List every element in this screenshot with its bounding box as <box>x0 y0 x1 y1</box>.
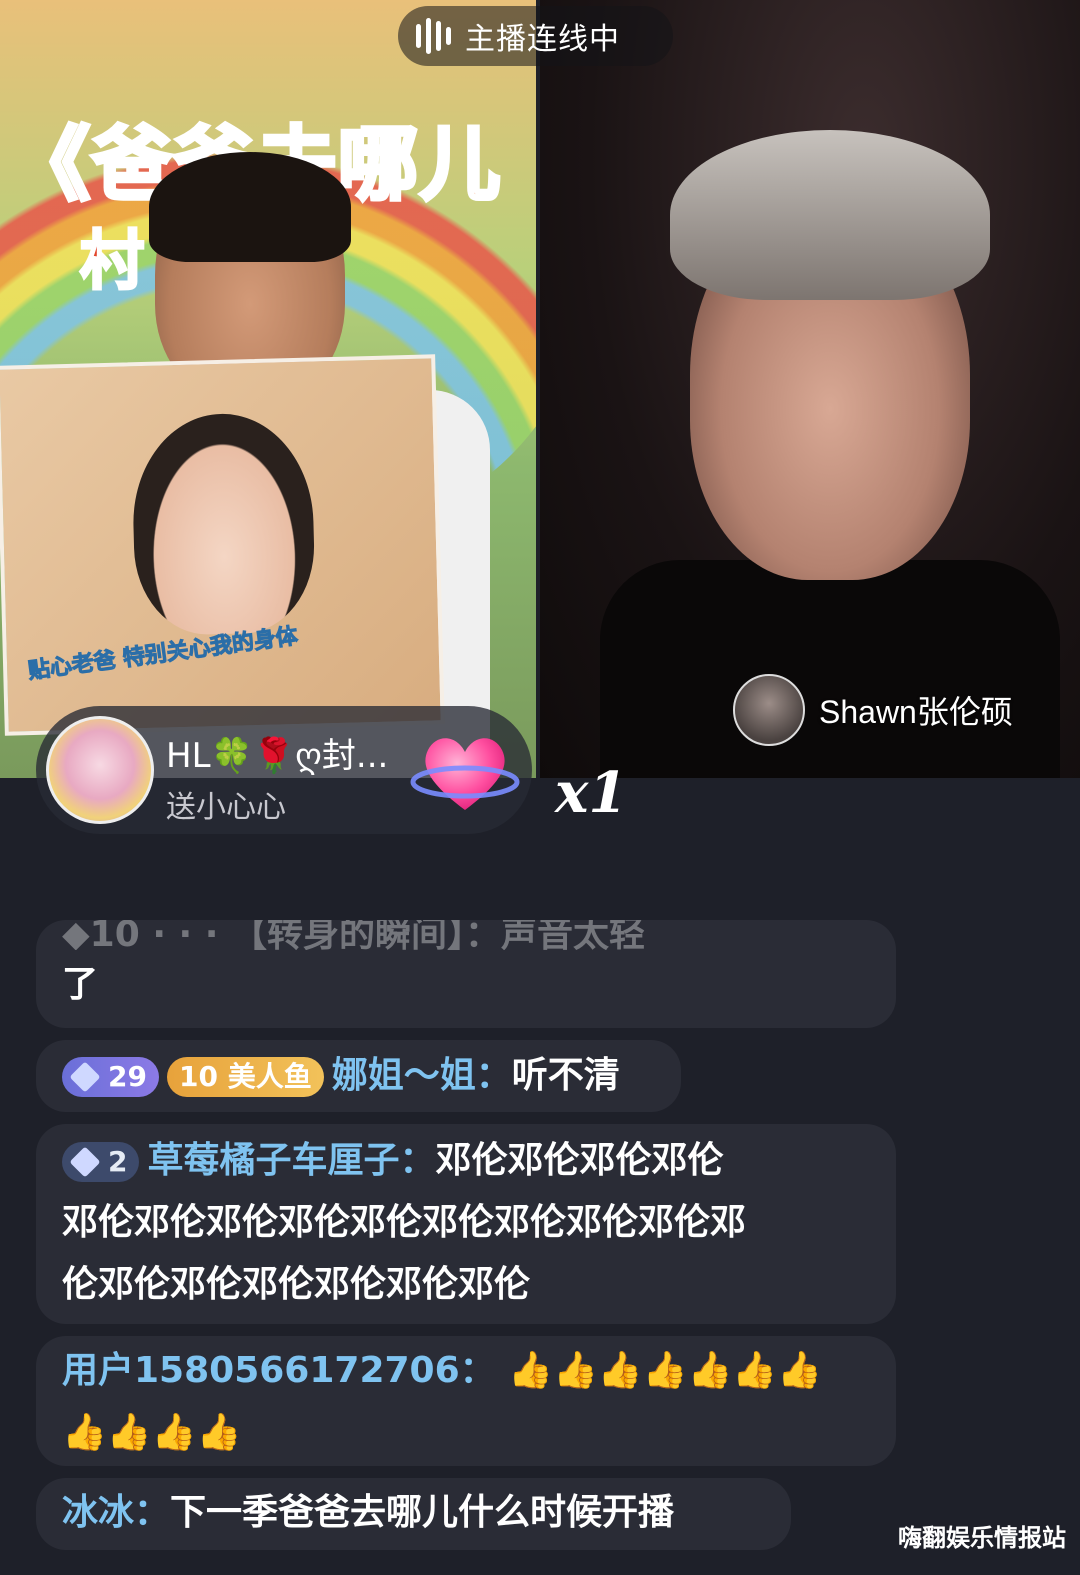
user-level-badge: 2 <box>62 1142 140 1182</box>
guest-name-tag[interactable]: Shawn张伦硕 <box>733 670 1013 750</box>
watermark: 嗨翻娱乐情报站 <box>898 1524 1066 1552</box>
gift-action-text: 送小心心 <box>166 790 286 825</box>
guest-video[interactable] <box>540 0 1080 778</box>
thumbs-up-icon: 👍👍👍👍 <box>62 1412 242 1453</box>
chat-message: 冰冰：下一季爸爸去哪儿什么时候开播 <box>36 1478 791 1550</box>
gem-icon <box>69 1061 101 1093</box>
chat-message: 2 草莓橘子车厘子：邓伦邓伦邓伦邓伦 邓伦邓伦邓伦邓伦邓伦邓伦邓伦邓伦邓伦邓 伦邓… <box>36 1124 896 1324</box>
user-level-badge: 29 <box>62 1057 159 1097</box>
chat-feed[interactable]: ◆10 · · · 【转身的瞬间】：声音太轻 了 29 10 美人鱼 娜姐～姐：听不… <box>0 900 1080 1575</box>
photo-child <box>130 411 317 637</box>
chat-message-text: 听不清 <box>511 1055 620 1096</box>
chat-message: 用户1580566172706： 👍👍👍👍👍👍👍 👍👍👍👍 <box>36 1336 896 1466</box>
chat-message: ◆10 · · · 【转身的瞬间】：声音太轻 了 <box>36 920 896 1028</box>
heart-planet-icon <box>410 738 520 810</box>
chat-username[interactable]: 草莓橘子车厘子： <box>147 1140 435 1181</box>
gift-sender-avatar[interactable] <box>46 716 154 824</box>
chat-username[interactable]: 冰冰： <box>62 1492 170 1533</box>
chat-username[interactable]: 娜姐～姐： <box>332 1055 512 1096</box>
host-video[interactable]: 《爸爸去哪儿 村 回访 贴心老爸 特别关心我的身体 <box>0 0 536 778</box>
held-photo: 贴心老爸 特别关心我的身体 <box>0 354 445 736</box>
chat-username[interactable]: 用户1580566172706： <box>62 1350 496 1391</box>
chat-message-text-line3: 伦邓伦邓伦邓伦邓伦邓伦邓伦 <box>62 1264 531 1305</box>
gem-icon <box>69 1146 101 1178</box>
connection-status-text: 主播连线中 <box>465 22 620 57</box>
connection-status-pill: 主播连线中 <box>398 6 673 66</box>
guest-face <box>670 130 990 580</box>
gift-sender-name: HL🍀🌹ღ封... <box>166 736 389 776</box>
photo-caption: 贴心老爸 特别关心我的身体 <box>26 623 300 685</box>
gift-count: x1 <box>555 760 628 826</box>
chat-message-text-line2: 邓伦邓伦邓伦邓伦邓伦邓伦邓伦邓伦邓伦邓 <box>62 1202 747 1243</box>
guest-name: Shawn张伦硕 <box>819 694 1013 730</box>
chat-message: 29 10 美人鱼 娜姐～姐：听不清 <box>36 1040 681 1112</box>
chat-message-text-line1: 邓伦邓伦邓伦邓伦 <box>435 1140 724 1181</box>
chat-message-text: 了 <box>62 964 99 1005</box>
faded-message-header: ◆10 · · · 【转身的瞬间】：声音太轻 <box>62 920 645 950</box>
audio-wave-icon <box>416 18 451 54</box>
guest-avatar[interactable] <box>733 674 805 746</box>
thumbs-up-icon: 👍👍👍👍👍👍👍 <box>508 1350 822 1391</box>
live-video-area: 《爸爸去哪儿 村 回访 贴心老爸 特别关心我的身体 主播连线中 Shawn张伦硕 <box>0 0 1080 778</box>
fan-club-badge[interactable]: 10 美人鱼 <box>166 1057 324 1097</box>
chat-message-text: 下一季爸爸去哪儿什么时候开播 <box>170 1492 675 1533</box>
